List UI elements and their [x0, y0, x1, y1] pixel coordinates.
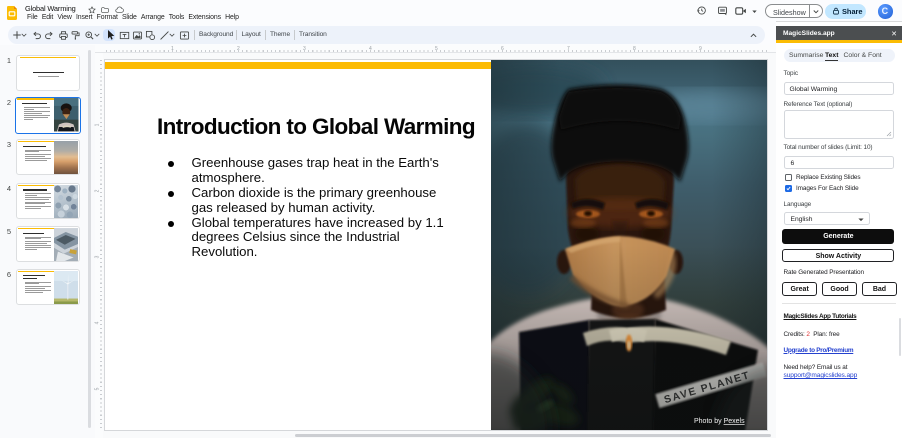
svg-text:Photo by Pexels: Photo by Pexels: [694, 418, 745, 425]
